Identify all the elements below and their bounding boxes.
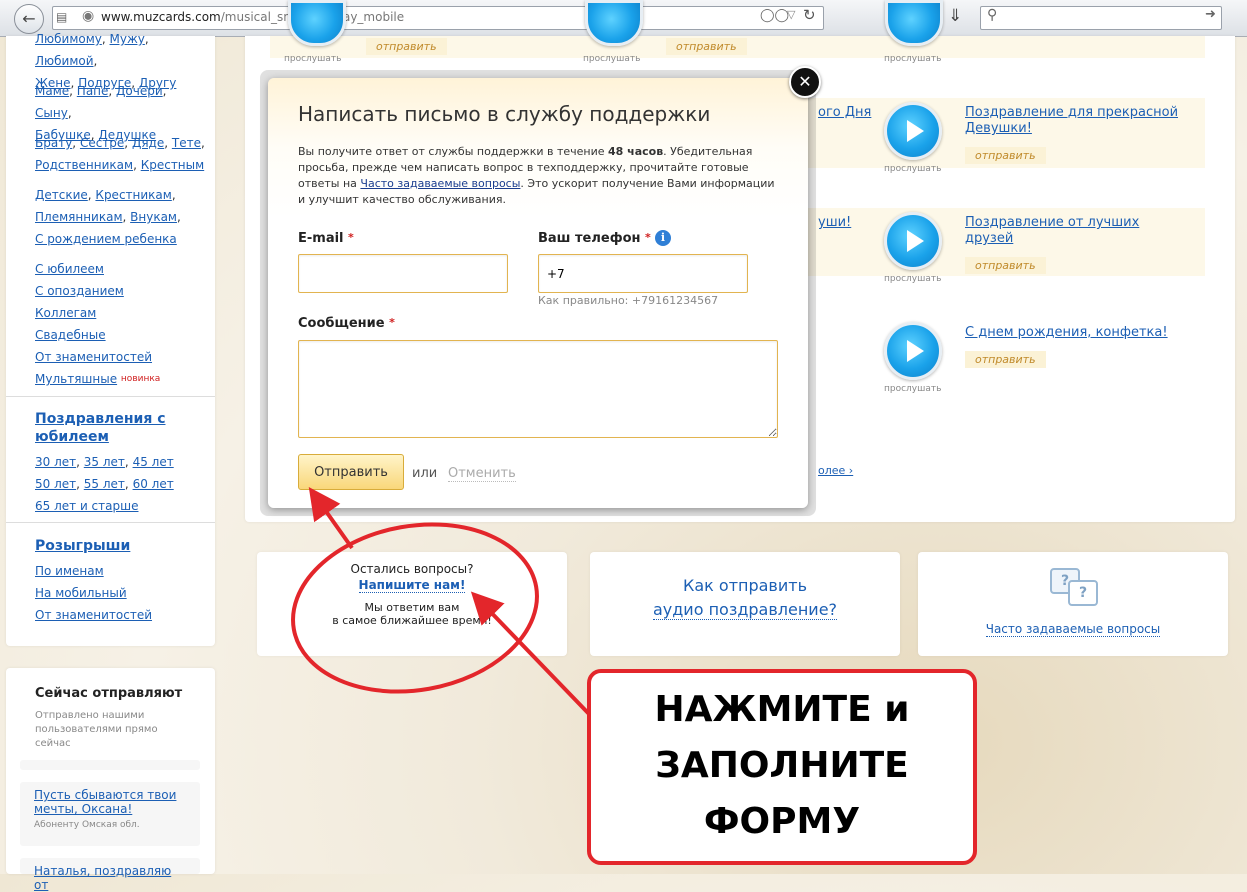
annotation-line: НАЖМИТЕ и (654, 689, 910, 730)
annotation-line: ФОРМУ (703, 801, 861, 842)
annotation-circle (291, 522, 539, 694)
annotation-line: ЗАПОЛНИТЕ (655, 745, 909, 786)
annotation-arrow-to-submit (308, 486, 354, 550)
annotation-text: НАЖМИТЕ и ЗАПОЛНИТЕ ФОРМУ (587, 682, 977, 850)
